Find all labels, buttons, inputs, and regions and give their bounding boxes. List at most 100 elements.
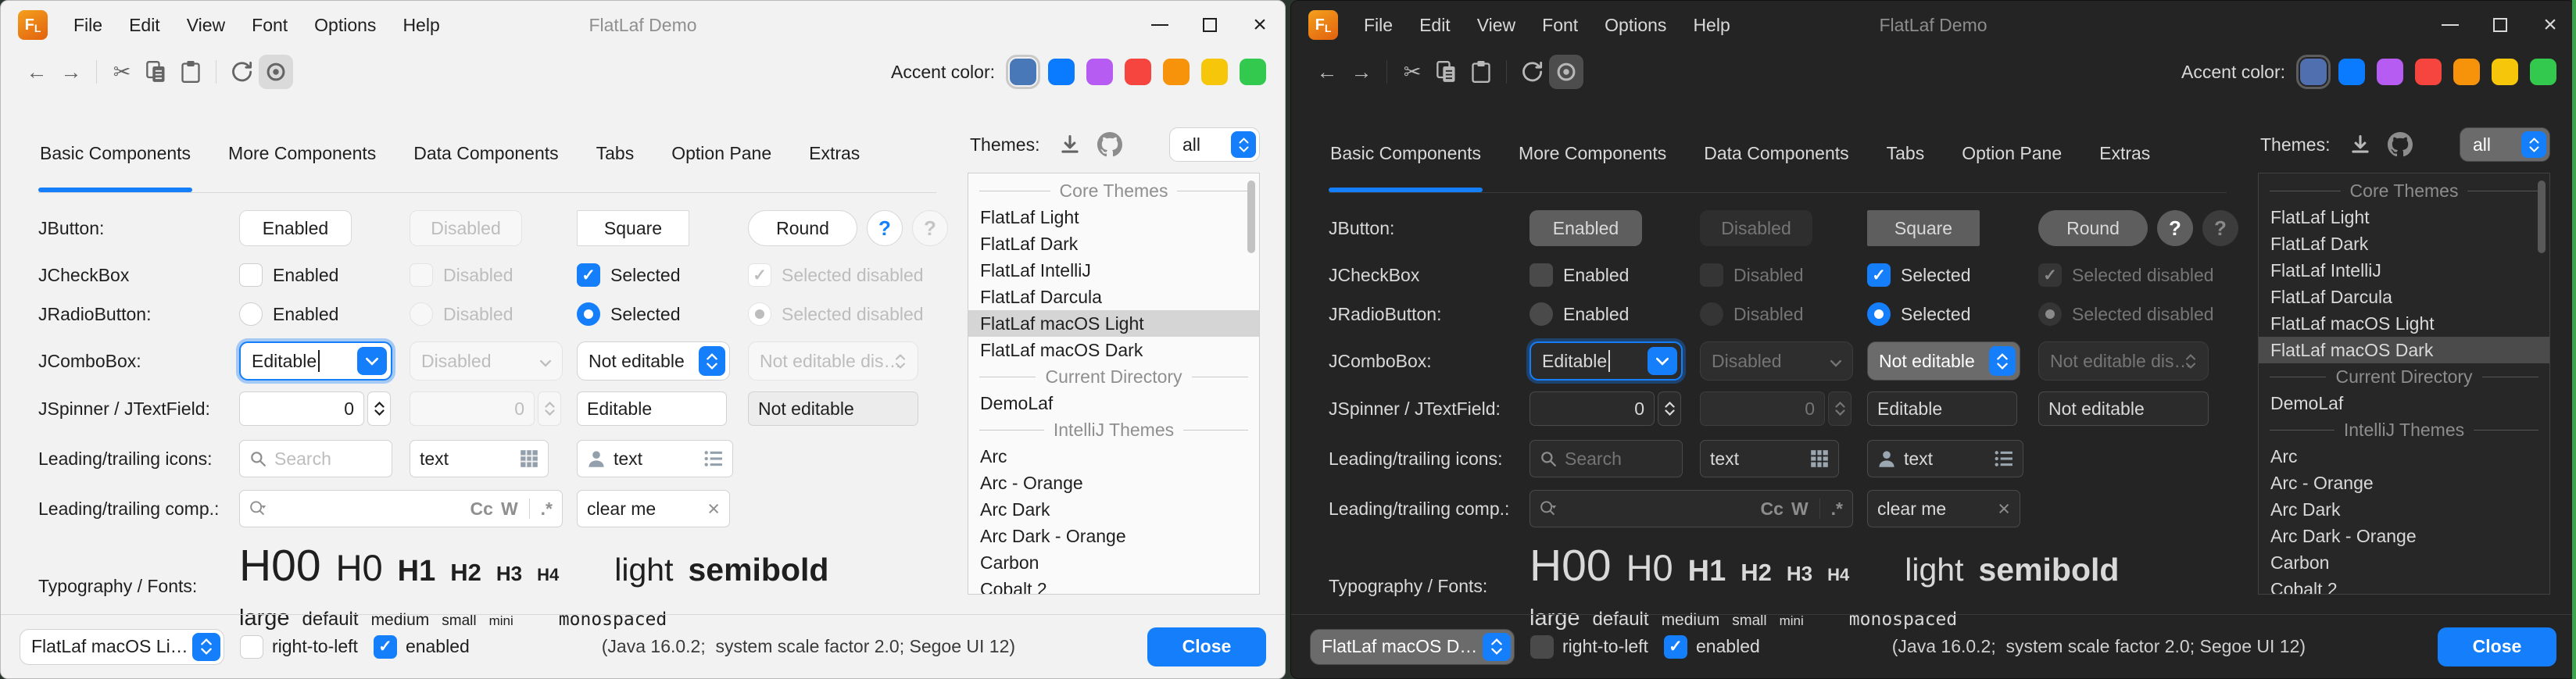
laf-combobox[interactable]: FlatLaf macOS D… (1310, 629, 1515, 665)
regex-toggle[interactable]: .* (1831, 499, 1843, 520)
enabled-button[interactable]: Enabled (1530, 210, 1642, 246)
enabled-checkbox[interactable]: enabled (374, 635, 470, 659)
accent-swatch-blue[interactable] (1048, 59, 1075, 85)
maximize-button[interactable] (2475, 1, 2525, 49)
theme-item-arc-orange[interactable]: Arc - Orange (2259, 470, 2549, 496)
menu-options[interactable]: Options (301, 1, 389, 49)
spinner-field[interactable]: 0 (1530, 391, 1655, 426)
search-input[interactable] (1565, 448, 1673, 470)
text-field-person-list[interactable]: text (1867, 440, 2023, 477)
theme-item-flatlaf-darcula[interactable]: FlatLaf Darcula (968, 284, 1259, 310)
textfield-editable[interactable]: Editable (1867, 391, 2017, 426)
combobox-not-editable[interactable]: Not editable (577, 341, 730, 381)
theme-item-flatlaf-light[interactable]: FlatLaf Light (968, 204, 1259, 231)
match-case-toggle[interactable]: Cc (470, 499, 493, 520)
combobox-editable[interactable]: Editable (239, 341, 392, 381)
minimize-button[interactable] (2425, 1, 2475, 49)
right-to-left-checkbox[interactable]: right-to-left (240, 635, 358, 659)
menu-options[interactable]: Options (1591, 1, 1680, 49)
accent-swatch-green[interactable] (1240, 59, 1266, 85)
clear-icon[interactable]: × (1998, 499, 2010, 520)
checkbox-selected[interactable]: Selected (1867, 263, 2038, 287)
combobox-not-editable[interactable]: Not editable (1867, 341, 2020, 381)
round-button[interactable]: Round (748, 210, 857, 246)
accent-swatch-orange[interactable] (2453, 59, 2480, 85)
minimize-button[interactable] (1135, 1, 1185, 49)
enabled-checkbox[interactable]: enabled (1664, 635, 1760, 659)
updown-stepper-icon[interactable] (699, 346, 725, 376)
refresh-button[interactable] (224, 55, 259, 89)
enabled-button[interactable]: Enabled (239, 210, 352, 246)
radio-selected[interactable]: Selected (577, 302, 748, 326)
forward-button[interactable]: → (1344, 55, 1379, 89)
match-case-toggle[interactable]: Cc (1761, 499, 1784, 520)
tab-more-components[interactable]: More Components (227, 134, 377, 192)
scrollbar-thumb[interactable] (1247, 180, 1255, 253)
accent-swatch-green[interactable] (2530, 59, 2556, 85)
table-grid-icon[interactable] (520, 449, 538, 468)
whole-words-toggle[interactable]: W (1791, 499, 1809, 520)
download-icon[interactable] (1060, 134, 1080, 155)
laf-combobox[interactable]: FlatLaf macOS Li… (20, 629, 224, 665)
paste-button[interactable] (1464, 55, 1498, 89)
chevron-down-icon[interactable] (1648, 347, 1677, 375)
clear-icon[interactable]: × (707, 499, 720, 520)
tab-extras[interactable]: Extras (807, 134, 861, 192)
forward-button[interactable]: → (54, 55, 88, 89)
download-icon[interactable] (2350, 134, 2370, 155)
show-hover-toggle-button[interactable] (259, 55, 293, 89)
clearable-field[interactable]: clear me × (1867, 490, 2020, 527)
spinner-arrows[interactable] (367, 391, 391, 426)
spinner-field[interactable]: 0 (239, 391, 364, 426)
theme-item-arc-dark-orange[interactable]: Arc Dark - Orange (968, 523, 1259, 549)
close-button[interactable]: Close (1147, 627, 1266, 666)
accent-swatch-orange[interactable] (1163, 59, 1190, 85)
scrollbar-thumb[interactable] (2538, 180, 2546, 253)
accent-swatch-purple[interactable] (1086, 59, 1113, 85)
search-dropdown-icon[interactable] (1540, 499, 1560, 518)
accent-swatch-purple[interactable] (2377, 59, 2403, 85)
bullet-list-icon[interactable] (704, 450, 723, 467)
square-button[interactable]: Square (1867, 210, 1980, 246)
combobox-editable[interactable]: Editable (1530, 341, 1683, 381)
textfield-editable[interactable]: Editable (577, 391, 727, 426)
back-button[interactable]: ← (1310, 55, 1344, 89)
theme-item-flatlaf-intellij[interactable]: FlatLaf IntelliJ (2259, 257, 2549, 284)
theme-item-demolaf[interactable]: DemoLaf (2259, 390, 2549, 416)
accent-swatch-yellow[interactable] (1201, 59, 1228, 85)
menu-help[interactable]: Help (1680, 1, 1743, 49)
search-dropdown-icon[interactable] (249, 499, 270, 518)
accent-swatch-default[interactable] (2300, 59, 2327, 85)
menu-edit[interactable]: Edit (116, 1, 174, 49)
checkbox-selected[interactable]: Selected (577, 263, 748, 287)
menu-file[interactable]: File (60, 1, 116, 49)
theme-item-carbon[interactable]: Carbon (2259, 549, 2549, 576)
close-button[interactable]: Close (2438, 627, 2556, 666)
spinner-arrows[interactable] (1658, 391, 1681, 426)
accent-swatch-red[interactable] (2415, 59, 2442, 85)
square-button[interactable]: Square (577, 210, 689, 246)
accent-swatch-blue[interactable] (2338, 59, 2365, 85)
back-button[interactable]: ← (20, 55, 54, 89)
search-input[interactable] (274, 448, 382, 470)
tab-tabs[interactable]: Tabs (1885, 134, 1927, 192)
text-field-trailing-grid[interactable]: text (410, 440, 549, 477)
maximize-button[interactable] (1185, 1, 1235, 49)
radio-selected[interactable]: Selected (1867, 302, 2038, 326)
checkbox-enabled[interactable]: Enabled (239, 263, 410, 287)
tab-more-components[interactable]: More Components (1517, 134, 1668, 192)
refresh-button[interactable] (1515, 55, 1549, 89)
cut-button[interactable]: ✂ (1395, 55, 1429, 89)
menu-font[interactable]: Font (1529, 1, 1591, 49)
tab-extras[interactable]: Extras (2098, 134, 2152, 192)
github-icon[interactable] (2388, 132, 2413, 157)
tab-option-pane[interactable]: Option Pane (1960, 134, 2063, 192)
menu-font[interactable]: Font (238, 1, 301, 49)
copy-button[interactable] (1429, 55, 1464, 89)
menu-file[interactable]: File (1351, 1, 1406, 49)
close-window-button[interactable]: × (1235, 1, 1285, 49)
theme-item-flatlaf-dark[interactable]: FlatLaf Dark (2259, 231, 2549, 257)
right-to-left-checkbox[interactable]: right-to-left (1530, 635, 1648, 659)
theme-item-flatlaf-macos-light[interactable]: FlatLaf macOS Light (2259, 310, 2549, 337)
theme-item-flatlaf-dark[interactable]: FlatLaf Dark (968, 231, 1259, 257)
